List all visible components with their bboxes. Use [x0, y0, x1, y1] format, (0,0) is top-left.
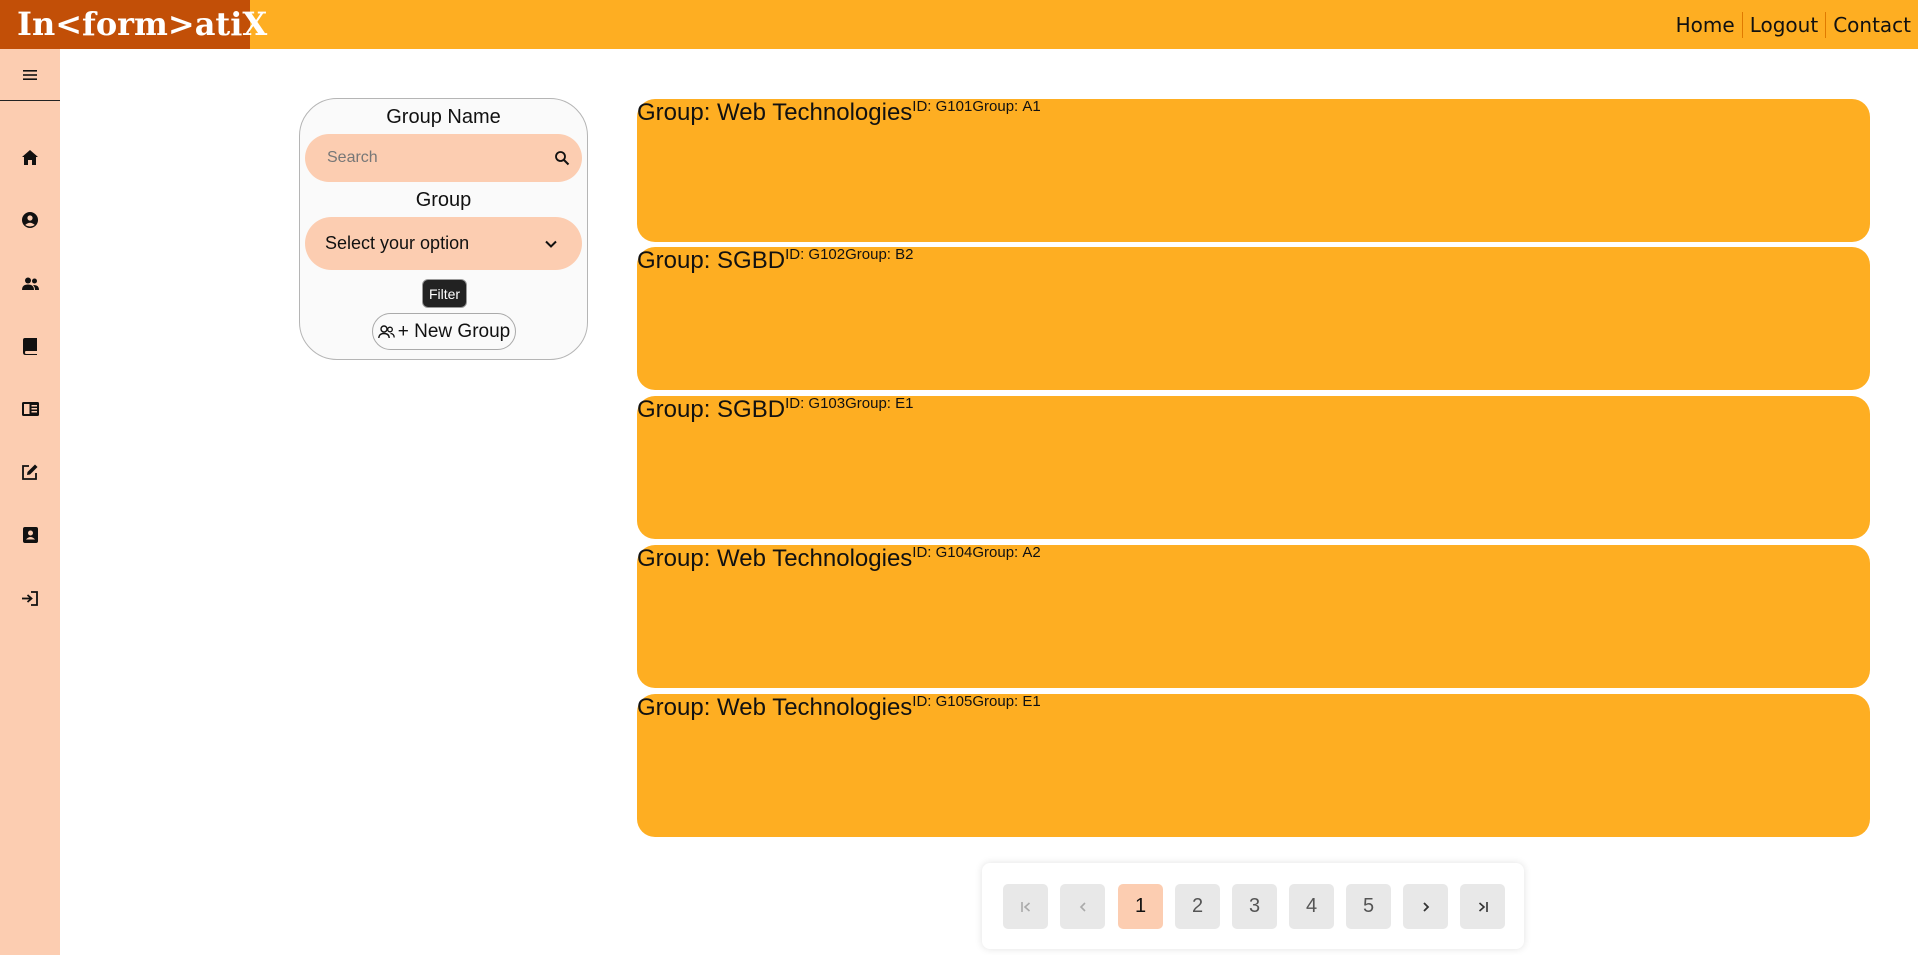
user-circle-icon: [22, 212, 38, 228]
sidebar-item-groups[interactable]: [0, 263, 60, 303]
group-card[interactable]: Group: Web TechnologiesID: G104Group: A2: [637, 544, 1870, 688]
contact-card-icon: [22, 527, 38, 543]
last-page-icon: [1478, 901, 1488, 912]
group-code-label: Group:: [972, 544, 1023, 561]
group-id-label: ID:: [785, 395, 809, 412]
group-id-label: ID:: [912, 693, 936, 710]
edit-icon: [22, 464, 38, 480]
group-name-label: Group Name: [386, 106, 501, 128]
sidebar-item-courses[interactable]: [0, 326, 60, 366]
search-icon[interactable]: [554, 150, 570, 166]
new-group-button[interactable]: + New Group: [372, 313, 516, 350]
group-select-value: Select your option: [325, 233, 470, 253]
chevron-down-icon: [545, 240, 557, 248]
group-card[interactable]: Group: Web TechnologiesID: G101Group: A1: [637, 98, 1870, 242]
users-icon: [21, 277, 39, 290]
brand-logo[interactable]: In<form>atiX: [0, 0, 267, 49]
book-open-icon: [21, 402, 39, 416]
group-label: Group: [415, 189, 472, 211]
page-button[interactable]: 3: [1232, 884, 1277, 929]
page-button[interactable]: 5: [1346, 884, 1391, 929]
group-card[interactable]: Group: Web TechnologiesID: G105Group: E1: [637, 693, 1870, 837]
group-code: A2: [1022, 544, 1041, 561]
sidebar-item-edit[interactable]: [0, 452, 60, 492]
group-card-header: Group: SGBDID: G103Group: E1: [637, 395, 914, 424]
top-nav: Home Logout Contact: [1669, 0, 1918, 49]
group-id: G104: [935, 544, 973, 561]
group-code: E1: [895, 395, 914, 412]
sidebar-item-contacts[interactable]: [0, 515, 60, 555]
next-page-button[interactable]: [1403, 884, 1448, 929]
group-id-label: ID:: [912, 544, 936, 561]
group-select[interactable]: Select your option: [305, 217, 582, 270]
filter-panel: Group Name Group Select your option Filt…: [299, 98, 588, 360]
group-card[interactable]: Group: SGBDID: G103Group: E1: [637, 395, 1870, 539]
filter-button[interactable]: Filter: [422, 279, 467, 308]
group-id: G103: [808, 395, 846, 412]
home-icon: [22, 149, 38, 165]
nav-logout-link[interactable]: Logout: [1741, 11, 1825, 38]
group-title: Group: Web Technologies: [637, 545, 913, 572]
group-title: Group: Web Technologies: [637, 694, 913, 721]
group-card[interactable]: Group: SGBDID: G102Group: B2: [637, 246, 1870, 390]
group-code-label: Group:: [972, 693, 1023, 710]
sidebar-item-library[interactable]: [0, 389, 60, 429]
group-id: G102: [808, 246, 846, 263]
top-header: In<form>atiX Home Logout Contact: [0, 0, 1918, 49]
group-code-label: Group:: [845, 395, 896, 412]
group-card-header: Group: Web TechnologiesID: G105Group: E1: [637, 693, 1041, 722]
group-id: G105: [935, 693, 973, 710]
users-icon: [377, 324, 395, 338]
sidebar-item-profile[interactable]: [0, 200, 60, 240]
pagination: 1 2 3 4 5: [982, 863, 1524, 949]
group-code: E1: [1022, 693, 1041, 710]
group-code: B2: [895, 246, 914, 263]
search-box: [305, 134, 582, 182]
search-input[interactable]: [327, 134, 542, 182]
login-icon: [22, 590, 38, 606]
group-code-label: Group:: [845, 246, 896, 263]
group-id-label: ID:: [785, 246, 809, 263]
group-title: Group: SGBD: [637, 247, 786, 274]
book-icon: [23, 337, 37, 355]
group-card-header: Group: SGBDID: G102Group: B2: [637, 246, 914, 275]
sidebar: [0, 49, 60, 955]
last-page-button[interactable]: [1460, 884, 1505, 929]
prev-page-button[interactable]: [1060, 884, 1105, 929]
page-button[interactable]: 4: [1289, 884, 1334, 929]
group-code: A1: [1022, 98, 1041, 115]
group-card-header: Group: Web TechnologiesID: G101Group: A1: [637, 98, 1041, 127]
menu-icon: [23, 69, 37, 80]
group-title: Group: SGBD: [637, 396, 786, 423]
first-page-button[interactable]: [1003, 884, 1048, 929]
group-id-label: ID:: [912, 98, 936, 115]
page-button[interactable]: 1: [1118, 884, 1163, 929]
nav-contact-link[interactable]: Contact: [1825, 11, 1918, 38]
sidebar-item-home[interactable]: [0, 137, 60, 177]
page-button[interactable]: 2: [1175, 884, 1220, 929]
group-id: G101: [935, 98, 973, 115]
sidebar-toggle-button[interactable]: [0, 49, 60, 101]
group-title: Group: Web Technologies: [637, 99, 913, 126]
chevron-right-icon: [1422, 901, 1429, 912]
group-code-label: Group:: [972, 98, 1023, 115]
sidebar-item-login[interactable]: [0, 578, 60, 618]
chevron-left-icon: [1079, 901, 1086, 912]
nav-home-link[interactable]: Home: [1669, 12, 1742, 38]
first-page-icon: [1020, 901, 1030, 912]
group-card-header: Group: Web TechnologiesID: G104Group: A2: [637, 544, 1041, 573]
new-group-label: + New Group: [397, 320, 511, 342]
